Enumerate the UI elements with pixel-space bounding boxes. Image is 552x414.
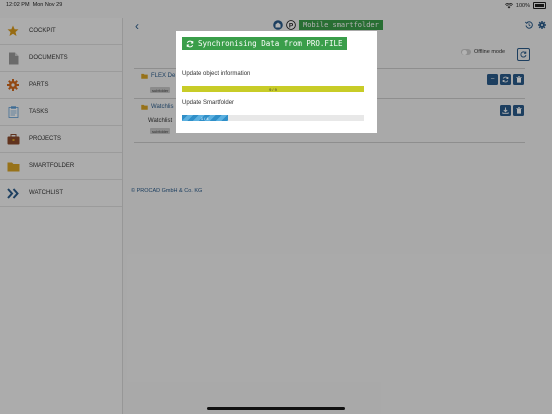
sync-icon (186, 40, 194, 47)
home-indicator (207, 407, 345, 410)
progress-text: 9 / 9 (269, 86, 277, 92)
sync-dialog: Synchronising Data from PRO.FILE Update … (176, 31, 377, 133)
progress-bar: 9 / 9 (182, 86, 364, 92)
task-label: Update Smartfolder (182, 100, 235, 106)
progress-text: 1 / 4 (200, 115, 209, 121)
progress-bar: 1 / 4 (182, 115, 364, 121)
task-label: Update object information (182, 71, 251, 77)
dialog-title-text: Synchronising Data from PRO.FILE (198, 39, 343, 48)
dialog-title: Synchronising Data from PRO.FILE (182, 37, 347, 50)
